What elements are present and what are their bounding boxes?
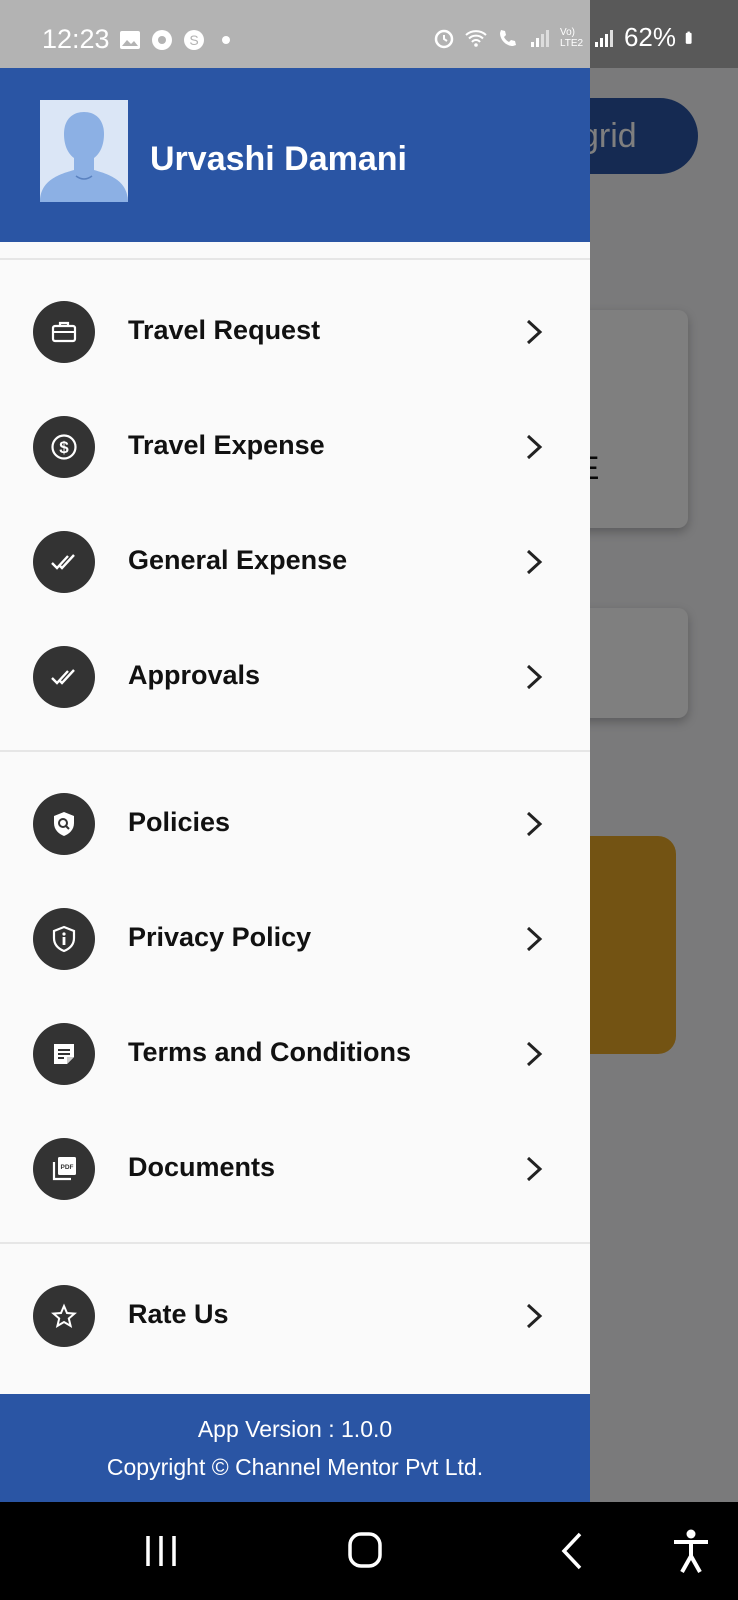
divider (0, 258, 590, 260)
menu-label: Travel Expense (128, 430, 325, 460)
shield-search-icon (33, 793, 95, 855)
accessibility-icon[interactable] (666, 1528, 716, 1574)
avatar[interactable] (40, 100, 128, 202)
user-name: Urvashi Damani (150, 140, 407, 178)
back-icon[interactable] (548, 1528, 598, 1574)
dollar-circle-icon: $ (33, 416, 95, 478)
menu-item-documents[interactable]: PDF Documents (0, 1112, 590, 1226)
menu-label: General Expense (128, 545, 348, 575)
drawer-footer: App Version : 1.0.0 Copyright © Channel … (0, 1394, 590, 1502)
dot-icon (222, 36, 230, 44)
chevron-right-icon (526, 1156, 543, 1182)
menu-item-approvals[interactable]: Approvals (0, 620, 590, 734)
briefcase-icon (33, 301, 95, 363)
svg-text:$: $ (59, 438, 69, 457)
svg-text:S: S (189, 32, 198, 48)
menu-label: Privacy Policy (128, 922, 312, 952)
battery-percent: 62% (623, 22, 676, 52)
chrome-icon (152, 30, 172, 50)
menu-item-privacy-policy[interactable]: Privacy Policy (0, 882, 590, 996)
copyright: Copyright © Channel Mentor Pvt Ltd. (106, 1454, 484, 1480)
chevron-right-icon (526, 319, 543, 345)
system-status-icons: Vo) LTE2 62% (432, 22, 698, 53)
s-app-icon: S (184, 30, 204, 50)
menu-label: Travel Request (128, 315, 321, 345)
signal-icon (530, 29, 549, 47)
svg-text:PDF: PDF (61, 1164, 74, 1171)
divider (0, 750, 590, 752)
double-check-icon (33, 646, 95, 708)
recent-apps-icon[interactable] (136, 1528, 186, 1574)
chevron-right-icon (526, 664, 543, 690)
menu-label: Approvals (128, 660, 261, 690)
status-time: 12:23 (42, 24, 110, 54)
chevron-right-icon (526, 1041, 543, 1067)
gallery-icon (120, 31, 140, 49)
user-avatar-icon (40, 100, 128, 202)
shield-info-icon (33, 908, 95, 970)
menu-label: Rate Us (128, 1299, 229, 1329)
wifi-icon (465, 29, 487, 47)
notification-icons: S (118, 28, 238, 52)
menu-item-travel-expense[interactable]: $ Travel Expense (0, 390, 590, 504)
wifi-call-icon (499, 29, 516, 46)
drawer-header: Urvashi Damani (0, 68, 590, 242)
chevron-right-icon (526, 549, 543, 575)
app-version: App Version : 1.0.0 (197, 1416, 393, 1442)
network-type: Vo) LTE2 (559, 26, 584, 49)
pdf-icon: PDF (33, 1138, 95, 1200)
signal-icon-2 (594, 29, 613, 47)
menu-label: Documents (128, 1152, 276, 1182)
chevron-right-icon (526, 811, 543, 837)
chevron-right-icon (526, 926, 543, 952)
navigation-drawer: Urvashi Damani Travel Request $ Travel E… (0, 68, 590, 1502)
divider (0, 1242, 590, 1244)
status-bar: 12:23 S Vo) LTE2 62% (0, 0, 738, 68)
double-check-icon (33, 531, 95, 593)
menu-item-rate-us[interactable]: Rate Us (0, 1259, 590, 1373)
menu-label: Terms and Conditions (128, 1037, 412, 1067)
battery-icon (685, 31, 692, 44)
star-icon (33, 1285, 95, 1347)
menu-item-policies[interactable]: Policies (0, 767, 590, 881)
chevron-right-icon (526, 1303, 543, 1329)
chevron-right-icon (526, 434, 543, 460)
menu-item-general-expense[interactable]: General Expense (0, 505, 590, 619)
system-nav-bar (0, 1502, 738, 1600)
alarm-icon (434, 29, 454, 48)
home-icon[interactable] (340, 1528, 390, 1574)
menu-item-terms-and-conditions[interactable]: Terms and Conditions (0, 997, 590, 1111)
menu-label: Policies (128, 807, 231, 837)
menu-item-travel-request[interactable]: Travel Request (0, 275, 590, 389)
note-icon (33, 1023, 95, 1085)
